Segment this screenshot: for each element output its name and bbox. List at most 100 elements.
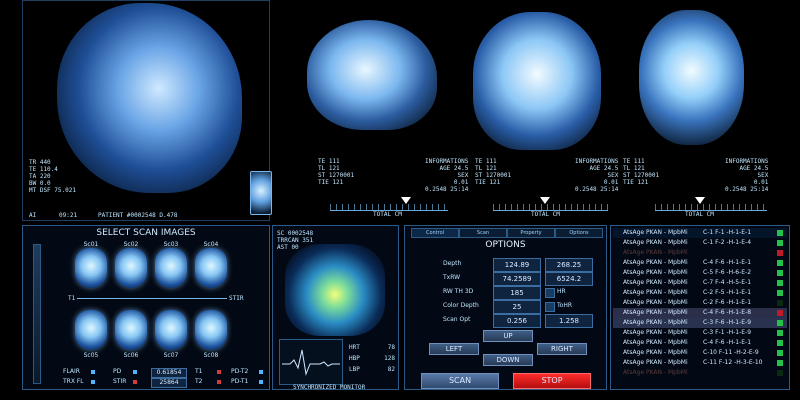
status-indicator	[777, 320, 783, 326]
status-row[interactable]: AtsAge PKAN - MpbMi	[613, 368, 787, 378]
axis-left-label: T1	[68, 295, 76, 302]
scan1-right-text: INFORMATIONS AGE 24.5 SEX 0.01 0.2548 25:1…	[425, 158, 469, 193]
opt-row-label: Scan Opt	[443, 316, 471, 323]
options-panel: Control Scan Property Options OPTIONS De…	[404, 225, 607, 390]
scan2-scale[interactable]	[493, 200, 608, 211]
scan3-marker[interactable]	[695, 197, 705, 204]
status-row[interactable]: AtsAge PKAN - MpbMi C-2 F-5 -H-1-E-1	[613, 288, 787, 298]
tab-scan[interactable]: Scan	[459, 228, 507, 238]
top-scan-strip: TE 111 TL 121 ST 1270001 TIE 121 INFORMATI…	[275, 0, 800, 221]
vertical-slider[interactable]	[33, 244, 41, 384]
status-row[interactable]: AtsAge PKAN - MpbMi C-2 F-6 -H-1-E-1	[613, 298, 787, 308]
status-indicator	[777, 280, 783, 286]
ecg-box	[279, 339, 343, 385]
status-row[interactable]: AtsAge PKAN - MpbMi C-5 F-6 -H-6-E-2	[613, 268, 787, 278]
legend-dot-blue	[133, 370, 137, 374]
legend-t1[interactable]: T1	[195, 368, 202, 375]
axial-brain-image[interactable]	[639, 10, 744, 145]
thumb-label: Sc08	[203, 352, 219, 359]
opt-depth-v1[interactable]: 124.89	[493, 258, 541, 272]
opt-txrw-v2[interactable]: 6524.2	[545, 272, 593, 286]
opt-scanopt-v2[interactable]: 1.258	[545, 314, 593, 328]
status-row[interactable]: AtsAge PKAN - MpbMi C-1 F-2 -H-1-E-4	[613, 238, 787, 248]
scan3-scale[interactable]	[655, 200, 767, 211]
vitals-metrics: HRT 78 HBP 128 LBP 82	[349, 344, 399, 377]
legend-pd-value: 0.61854	[151, 368, 187, 378]
status-row[interactable]: AtsAge PKAN - MpbMi C-11 F-12 -H-3-E-10	[613, 358, 787, 368]
scan1-marker[interactable]	[401, 197, 411, 204]
readout-te: TE 110.4	[29, 166, 58, 173]
scan-thumb-sc03[interactable]	[155, 248, 187, 288]
down-button[interactable]: DOWN	[483, 354, 533, 366]
status-row[interactable]: AtsAge PKAN - MpbMi C-1 F-1 -H-1-E-1	[613, 228, 787, 238]
scan-thumb-sc04[interactable]	[195, 248, 227, 288]
scan-thumb-sc06[interactable]	[115, 310, 147, 350]
scan-readouts: TR 440 TE 110.4 TA 220 BW 0.0 MT DSF 75.…	[29, 159, 76, 194]
legend-trx-fl[interactable]: TRX FL	[63, 378, 84, 385]
opt-row-label: TxRW	[443, 274, 461, 281]
head-3d-image	[57, 3, 242, 193]
status-row[interactable]: AtsAge PKAN - MpbMi C-4 F-6 -H-1-E-1	[613, 258, 787, 268]
scan3-right-text: INFORMATIONS AGE 24.5 SEX 0.01 0.2548 25:1…	[725, 158, 769, 193]
opt-depth-v2[interactable]: 268.25	[545, 258, 593, 272]
status-row[interactable]: AtsAge PKAN - MpbMi C-4 F-6 -H-1-E-8	[613, 308, 787, 318]
scan2-marker[interactable]	[540, 197, 550, 204]
status-row[interactable]: AtsAge PKAN - MpbMi C-10 F-11 -H-2-E-9	[613, 348, 787, 358]
status-row[interactable]: AtsAge PKAN - MpbMi C-4 F-6 -H-1-E-1	[613, 338, 787, 348]
tab-control[interactable]: Control	[411, 228, 459, 238]
opt-colordepth-v1[interactable]: 25	[493, 300, 541, 314]
readout-tr: TR 440	[29, 159, 51, 166]
ecg-waveform-icon	[282, 349, 340, 376]
scan-thumb-sc07[interactable]	[155, 310, 187, 350]
opt-row-label: Depth	[443, 260, 462, 267]
vitals-panel: SC 0002548 TRRCAN 351 AST 00 HRT 78 HBP …	[272, 225, 399, 391]
opt-txrw-v1[interactable]: 74.2589	[493, 272, 541, 286]
status-indicator	[777, 240, 783, 246]
select-scan-panel: SELECT SCAN IMAGES Sc01 Sc02 Sc03 Sc04 T…	[22, 225, 270, 390]
readout-ta: TA 220	[29, 173, 51, 180]
right-button[interactable]: RIGHT	[537, 343, 587, 355]
legend-grid: FLAIR PD 0.61854 T1 PD-T2 TRX FL STIR 25…	[63, 368, 268, 388]
hbp-label: HBP	[349, 355, 360, 362]
hrt-label: HRT	[349, 344, 360, 351]
scan-thumb-sc08[interactable]	[195, 310, 227, 350]
coronal-brain-image[interactable]	[473, 12, 601, 150]
tab-options[interactable]: Options	[555, 228, 603, 238]
scan-button[interactable]: SCAN	[421, 373, 499, 389]
up-button[interactable]: UP	[483, 330, 533, 342]
options-tabs: Control Scan Property Options	[411, 228, 603, 238]
head-mini-thumbnail[interactable]	[250, 171, 272, 215]
opt-tohr-checkbox[interactable]	[545, 302, 555, 312]
left-button[interactable]: LEFT	[429, 343, 479, 355]
stop-button[interactable]: STOP	[513, 373, 591, 389]
ai-label: AI	[29, 212, 37, 219]
opt-hr-checkbox[interactable]	[545, 288, 555, 298]
hbp-value: 128	[384, 355, 395, 362]
opt-scanopt-v1[interactable]: 0.256	[493, 314, 541, 328]
legend-pd-t2[interactable]: PD-T2	[231, 368, 248, 375]
status-row[interactable]: AtsAge PKAN - MpbMi C-3 F-1 -H-1-E-9	[613, 328, 787, 338]
scan-thumb-sc01[interactable]	[75, 248, 107, 288]
legend-stir[interactable]: STIR	[113, 378, 126, 385]
legend-flair[interactable]: FLAIR	[63, 368, 80, 375]
lbp-label: LBP	[349, 366, 360, 373]
scan1-scale[interactable]	[330, 200, 448, 211]
legend-t2[interactable]: T2	[195, 378, 202, 385]
options-title: OPTIONS	[485, 240, 526, 250]
status-row[interactable]: AtsAge PKAN - MpbMi C-7 F-4 -H-5-E-1	[613, 278, 787, 288]
legend-pd[interactable]: PD	[113, 368, 121, 375]
legend-pd-t1[interactable]: PD-T1	[231, 378, 248, 385]
tab-property[interactable]: Property	[507, 228, 555, 238]
status-row[interactable]: AtsAge PKAN - MpbMi C-3 F-6 -H-1-E-9	[613, 318, 787, 328]
axis-right-label: STIR	[229, 295, 244, 302]
scan1-scale-label: TOTAL CM	[373, 211, 402, 218]
scan-thumb-sc05[interactable]	[75, 310, 107, 350]
sagittal-brain-image[interactable]	[307, 20, 437, 130]
opt-rwth3d-v1[interactable]: 185	[493, 286, 541, 300]
patient-id: PATIENT #0002548 D.478	[98, 212, 178, 219]
scan-thumb-sc02[interactable]	[115, 248, 147, 288]
opt-row-label: RW TH 3D	[443, 288, 474, 295]
status-row[interactable]: AtsAge PKAN - MpbMi	[613, 248, 787, 258]
legend-dot-red	[217, 380, 221, 384]
readout-mt: MT DSF 75.021	[29, 187, 76, 194]
